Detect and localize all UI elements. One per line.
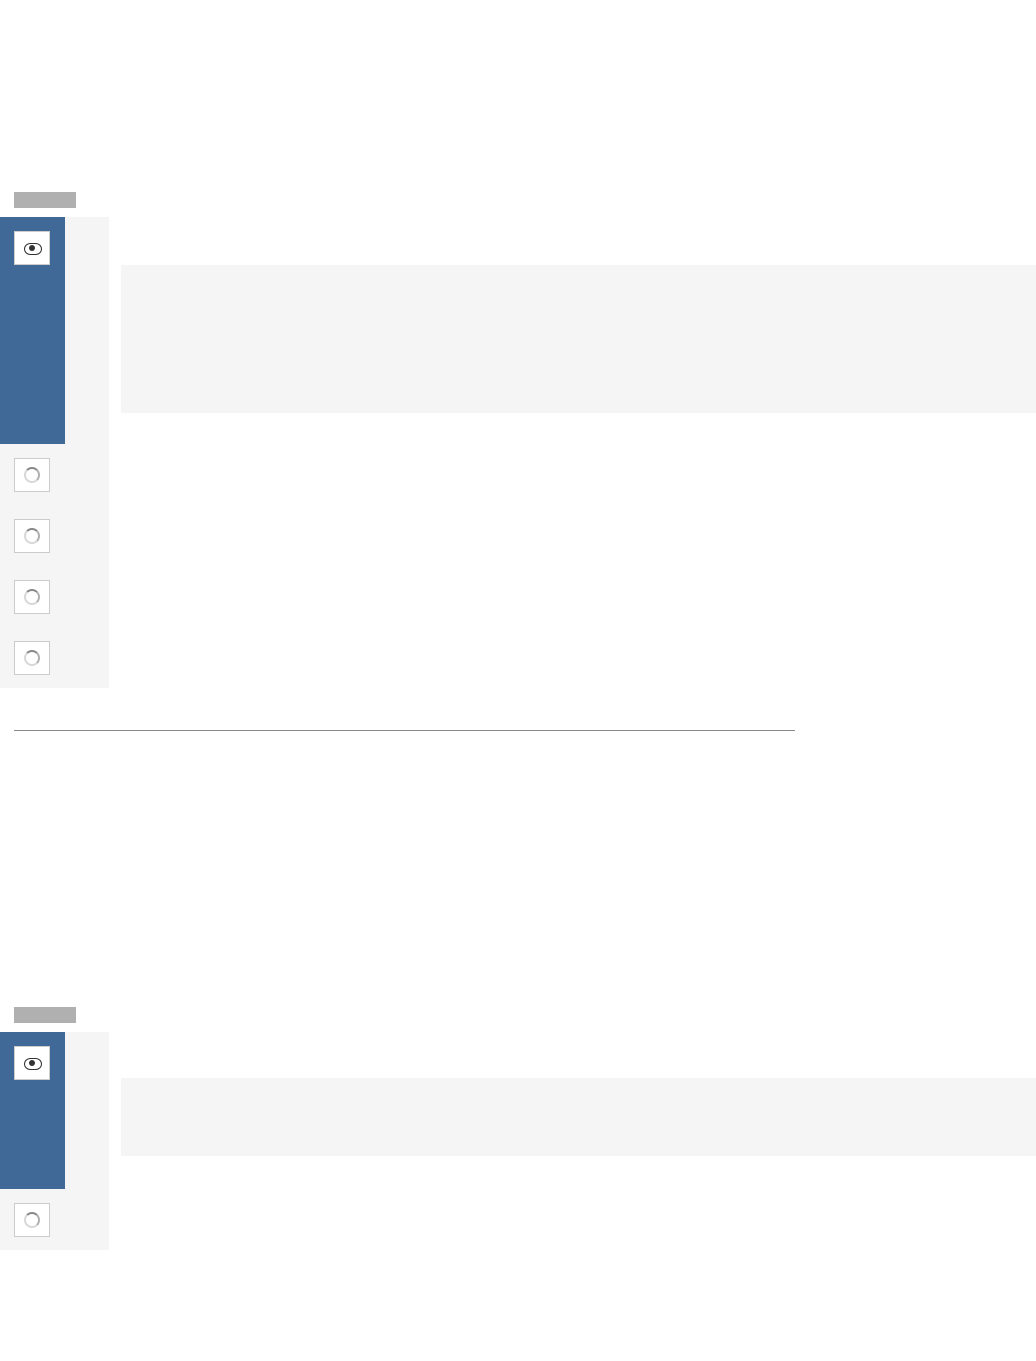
tab-icon-box (14, 519, 50, 553)
tab-strip (0, 217, 109, 688)
tab-icon-box (14, 231, 50, 265)
content-area (109, 1032, 1036, 1250)
tab-icon-box (14, 580, 50, 614)
content-block (121, 1078, 1036, 1156)
tab-icon-box (14, 458, 50, 492)
eye-icon (24, 240, 40, 256)
loading-spinner-icon (24, 1212, 40, 1228)
eye-icon (24, 1055, 40, 1071)
tab-strip (0, 1032, 109, 1250)
loading-spinner-icon (24, 650, 40, 666)
loading-spinner-icon (24, 589, 40, 605)
panel (0, 217, 1036, 688)
tab-item[interactable] (0, 444, 109, 505)
loading-spinner-icon (24, 467, 40, 483)
tab-icon-box (14, 641, 50, 675)
tab-item[interactable] (0, 505, 109, 566)
section-header (14, 192, 76, 208)
tab-selected[interactable] (0, 1032, 65, 1189)
tab-icon-box (14, 1203, 50, 1237)
tab-item[interactable] (0, 627, 109, 688)
section-header (14, 1007, 76, 1023)
tab-selected[interactable] (0, 217, 65, 444)
content-area (109, 217, 1036, 688)
loading-spinner-icon (24, 528, 40, 544)
content-block (121, 265, 1036, 413)
tab-item[interactable] (0, 566, 109, 627)
panel (0, 1032, 1036, 1250)
tab-item[interactable] (0, 1189, 109, 1250)
top-spacer (0, 0, 1036, 192)
tab-icon-box (14, 1046, 50, 1080)
